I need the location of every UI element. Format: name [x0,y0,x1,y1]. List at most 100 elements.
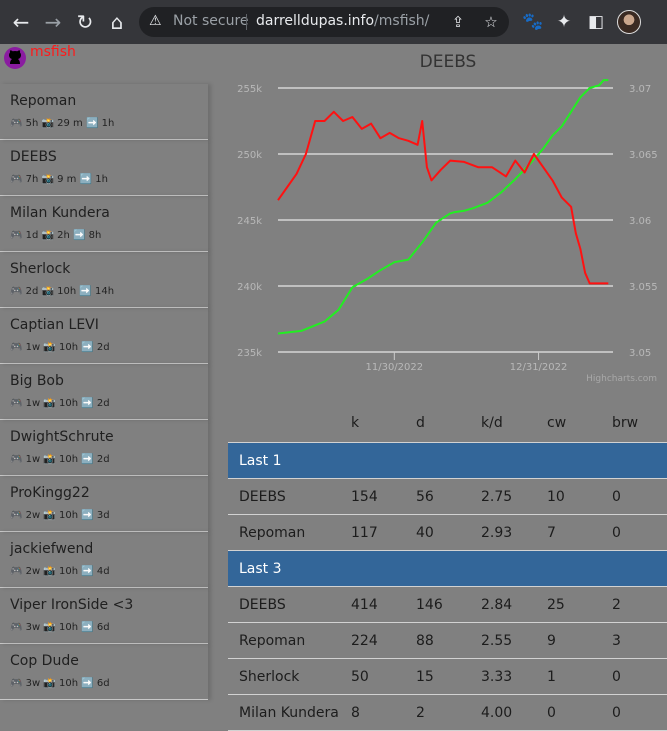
sidebar-item-meta: 🎮 2d 📸 10h ➡️ 14h [10,286,115,297]
brand-link[interactable]: msfish [30,44,76,60]
table-row: DEEBS 154 56 2.75 10 0 [228,478,667,515]
share-icon[interactable]: ⇪ [449,13,467,31]
y-right-tick-label: 3.06 [629,216,651,227]
table-cell: 0 [612,478,667,515]
side-panel-icon[interactable]: ◧ [583,9,609,35]
extension-paw-icon[interactable]: 🐾 [520,9,546,35]
reload-icon[interactable]: ↻ [72,9,98,35]
table-cell: 50 [351,658,416,695]
column-header: k/d [481,415,503,431]
warning-icon: ⚠ [149,13,162,29]
table-cell: 25 [547,586,612,623]
table-cell: 2.75 [481,478,547,515]
table-row: Sherlock 50 15 3.33 1 0 [228,658,667,695]
table-cell: 4.00 [481,694,547,731]
sidebar-item[interactable]: Cop Dude 🎮 3w 📸 10h ➡️ 6d [0,644,208,700]
column-header: brw [612,415,639,431]
table-cell: 2 [416,694,481,731]
sidebar-item[interactable]: Sherlock 🎮 2d 📸 10h ➡️ 14h [0,252,208,308]
sidebar-item-meta: 🎮 1w 📸 10h ➡️ 2d [10,342,110,353]
table-cell: 10 [547,478,612,515]
table-cell: DEEBS [228,586,351,623]
sidebar-item-name: Milan Kundera [10,205,110,221]
sidebar-item[interactable]: DEEBS 🎮 7h 📸 9 m ➡️ 1h [0,140,208,196]
sidebar-item-name: Cop Dude [10,653,79,669]
sidebar-item-meta: 🎮 1w 📸 10h ➡️ 2d [10,398,110,409]
sidebar-item-meta: 🎮 3w 📸 10h ➡️ 6d [10,678,110,689]
puzzle-extensions-icon[interactable]: ✦ [551,9,577,35]
sidebar-item-name: Viper IronSide <3 [10,597,134,613]
sidebar-item-name: ProKingg22 [10,485,90,501]
table-group-row: Last 1 [228,442,667,479]
sidebar-item[interactable]: Repoman 🎮 5h 📸 29 m ➡️ 1h [0,84,208,140]
y-right-tick-label: 3.05 [629,348,651,359]
sidebar-item-name: Captian LEVI [10,317,99,333]
sidebar-item-meta: 🎮 1w 📸 10h ➡️ 2d [10,454,110,465]
table-cell: 154 [351,478,416,515]
y-right-tick-label: 3.07 [629,84,651,95]
table-cell: 414 [351,586,416,623]
y-left-tick-label: 245k [237,216,262,227]
table-cell: 3.33 [481,658,547,695]
sidebar-item-meta: 🎮 2w 📸 10h ➡️ 4d [10,566,110,577]
sidebar-item-meta: 🎮 2w 📸 10h ➡️ 3d [10,510,110,521]
column-header [228,404,351,443]
table-cell: DEEBS [228,478,351,515]
sidebar-item-name: Repoman [10,93,77,109]
security-label: Not secure [173,13,249,29]
sidebar-item-name: Sherlock [10,261,71,277]
sidebar-item[interactable]: jackiefwend 🎮 2w 📸 10h ➡️ 4d [0,532,208,588]
home-icon[interactable]: ⌂ [104,9,130,35]
x-tick-label: 11/30/2022 [365,362,423,373]
sidebar-item[interactable]: Big Bob 🎮 1w 📸 10h ➡️ 2d [0,364,208,420]
table-cell: Repoman [228,622,351,659]
sidebar-item[interactable]: Captian LEVI 🎮 1w 📸 10h ➡️ 2d [0,308,208,364]
table-row: Repoman 224 88 2.55 9 3 [228,622,667,659]
sidebar-item-meta: 🎮 7h 📸 9 m ➡️ 1h [10,174,108,185]
table-cell: 88 [416,622,481,659]
sidebar-item-name: DEEBS [10,149,57,165]
y-left-tick-label: 250k [237,150,262,161]
chart-credits: Highcharts.com [586,374,657,384]
chart-canvas: DEEBS 235k 3.05 240k 3.055 245k 3.06 250k 3.065 2… [237,52,658,384]
series-line-red [277,110,609,285]
table-cell: 9 [547,622,612,659]
y-right-tick-label: 3.065 [629,150,658,161]
sidebar-item[interactable]: Viper IronSide <3 🎮 3w 📸 10h ➡️ 6d [0,588,208,644]
back-arrow-icon[interactable]: ← [8,9,34,35]
table-cell: 224 [351,622,416,659]
column-header: d [416,415,425,431]
table-cell: 117 [351,514,416,551]
table-row: Repoman 117 40 2.93 7 0 [228,514,667,551]
stats-table-wrap: k d k/d cw brw Last 1 DEEBS 154 56 2.75 10 0 Repoma… [228,404,667,731]
address-bar[interactable]: ⚠ Not secure darrelldupas.info/msfish/ ⇪… [139,7,509,37]
sidebar-item-meta: 🎮 3w 📸 10h ➡️ 6d [10,622,110,633]
table-group-row: Last 3 [228,550,667,587]
y-right-tick-label: 3.055 [629,282,658,293]
table-row: DEEBS 414 146 2.84 25 2 [228,586,667,623]
url-path: /msfish/ [374,13,430,29]
github-logo-icon[interactable] [3,46,27,70]
sidebar-item[interactable]: ProKingg22 🎮 2w 📸 10h ➡️ 3d [0,476,208,532]
sidebar-item-name: DwightSchrute [10,429,114,445]
table-cell: 2.84 [481,586,547,623]
x-tick-label: 12/31/2022 [510,362,568,373]
star-icon[interactable]: ☆ [482,13,500,31]
y-left-tick-label: 255k [237,84,262,95]
profile-avatar[interactable] [617,10,641,34]
table-cell: 2 [612,586,667,623]
forward-arrow-icon[interactable]: → [40,9,66,35]
table-cell: 0 [612,514,667,551]
table-cell: 0 [612,694,667,731]
table-cell: Sherlock [228,658,351,695]
y-left-tick-label: 240k [237,282,262,293]
table-cell: Milan Kundera [228,694,351,731]
group-label: Last 1 [228,442,667,479]
sidebar-item-meta: 🎮 5h 📸 29 m ➡️ 1h [10,118,115,129]
sidebar-item[interactable]: Milan Kundera 🎮 1d 📸 2h ➡️ 8h [0,196,208,252]
table-header-row: k d k/d cw brw [228,404,667,443]
url-host: darrelldupas.info [256,13,375,29]
sidebar-item[interactable]: DwightSchrute 🎮 1w 📸 10h ➡️ 2d [0,420,208,476]
table-cell: 3 [612,622,667,659]
table-cell: 146 [416,586,481,623]
